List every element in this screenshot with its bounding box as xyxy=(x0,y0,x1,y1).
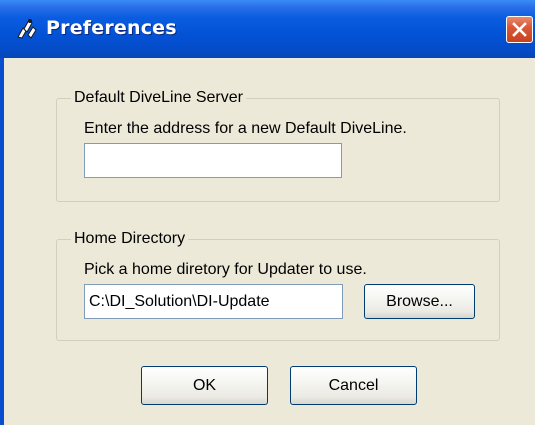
browse-button[interactable]: Browse... xyxy=(364,284,475,319)
home-group-label: Home Directory xyxy=(71,229,189,249)
home-directory-input[interactable] xyxy=(84,284,343,319)
server-group-label: Default DiveLine Server xyxy=(71,88,246,108)
window-border xyxy=(0,58,4,425)
preferences-dialog: Preferences Default DiveLine Server Ente… xyxy=(0,0,535,425)
close-icon xyxy=(512,22,527,37)
window-title: Preferences xyxy=(46,17,177,39)
home-directory-groupbox: Home Directory Pick a home diretory for … xyxy=(56,229,500,341)
close-button[interactable] xyxy=(506,16,533,43)
cancel-button[interactable]: Cancel xyxy=(290,366,417,405)
server-address-input[interactable] xyxy=(84,143,342,178)
server-description: Enter the address for a new Default Dive… xyxy=(84,120,407,137)
diveline-app-icon xyxy=(17,19,37,39)
server-groupbox: Default DiveLine Server Enter the addres… xyxy=(56,88,500,202)
title-bar[interactable]: Preferences xyxy=(0,0,535,58)
home-description: Pick a home diretory for Updater to use. xyxy=(84,261,367,278)
ok-button[interactable]: OK xyxy=(141,366,268,405)
